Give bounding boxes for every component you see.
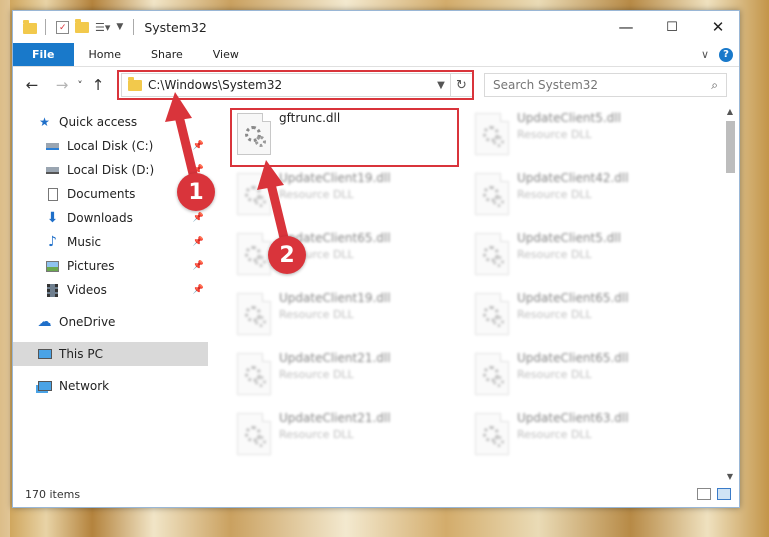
step-2-badge: 2 — [268, 236, 306, 274]
arrow-2-head — [257, 160, 284, 190]
arrow-1-head — [165, 92, 192, 122]
step-1-badge: 1 — [177, 173, 215, 211]
annotation-arrows — [165, 92, 291, 251]
